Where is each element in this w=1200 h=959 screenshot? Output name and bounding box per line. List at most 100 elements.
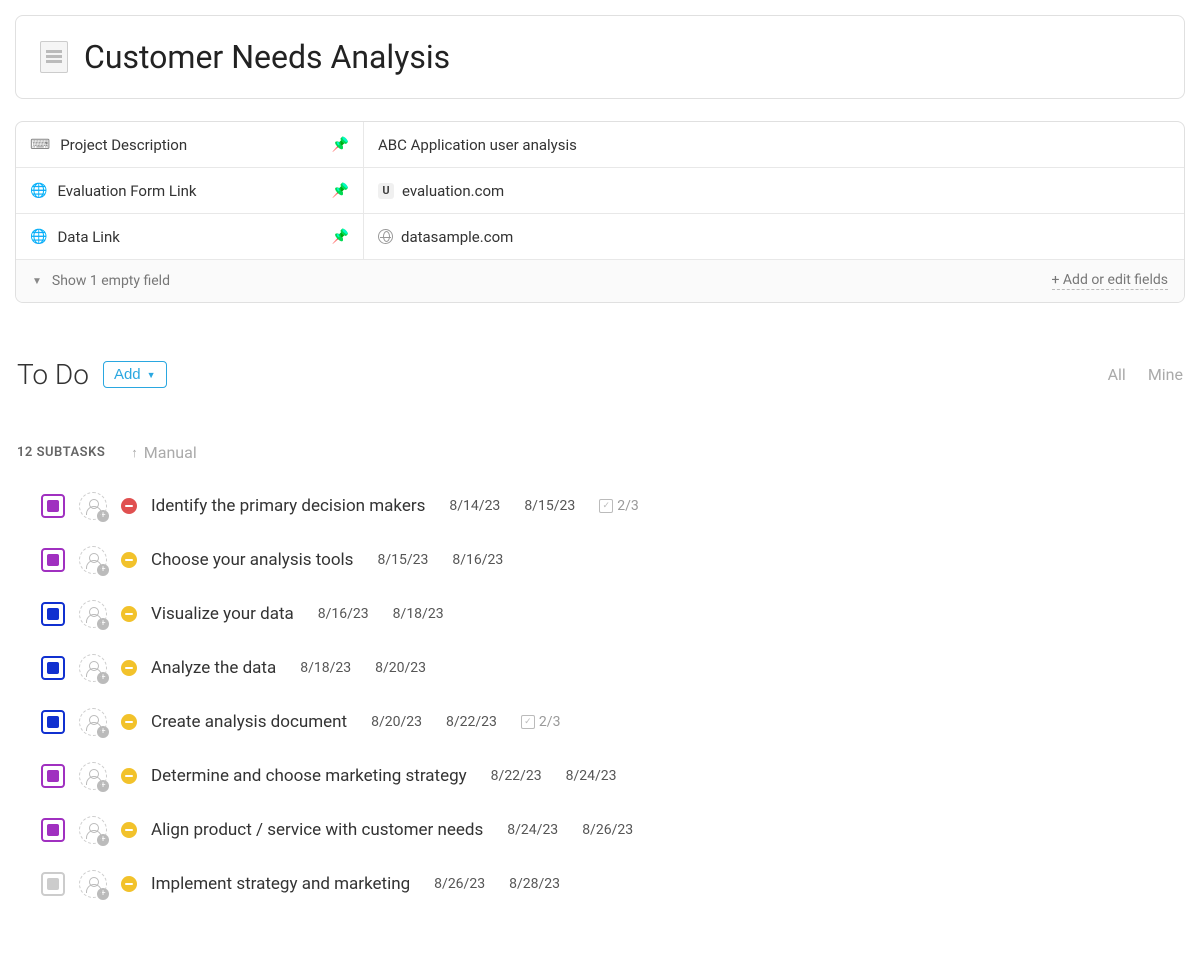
field-value: evaluation.com [402,182,504,200]
subtask-title[interactable]: Identify the primary decision makers [151,496,425,516]
subtask-end-date[interactable]: 8/20/23 [375,660,426,676]
status-checkbox[interactable] [41,764,65,788]
field-row: 🌐Data Link📌 datasample.com [16,214,1184,260]
subtask-row: + Align product / service with customer n… [41,816,1185,844]
priority-icon[interactable] [121,660,137,676]
add-button[interactable]: Add ▼ [103,361,167,388]
field-label: Project Description [60,136,321,154]
subtask-end-date[interactable]: 8/18/23 [393,606,444,622]
plus-icon: + [97,888,109,900]
subtask-title[interactable]: Align product / service with customer ne… [151,820,483,840]
status-checkbox[interactable] [41,818,65,842]
pin-icon[interactable]: 📌 [332,229,349,245]
page-title: Customer Needs Analysis [84,38,450,76]
subtask-row: + Determine and choose marketing strategy… [41,762,1185,790]
subtask-end-date[interactable]: 8/15/23 [524,498,575,514]
filter-mine[interactable]: Mine [1148,365,1183,384]
priority-icon[interactable] [121,552,137,568]
field-value-cell[interactable]: Uevaluation.com [364,168,1184,213]
status-checkbox[interactable] [41,710,65,734]
subtask-title[interactable]: Implement strategy and marketing [151,874,410,894]
subtask-start-date[interactable]: 8/20/23 [371,714,422,730]
priority-icon[interactable] [121,876,137,892]
sort-control[interactable]: ↑ Manual [131,443,196,462]
pin-icon[interactable]: 📌 [332,183,349,199]
fields-card: ⌨ Project Description 📌 ABC Application use… [15,121,1185,303]
subtask-end-date[interactable]: 8/22/23 [446,714,497,730]
subtask-title[interactable]: Determine and choose marketing strategy [151,766,467,786]
plus-icon: + [97,564,109,576]
subtask-end-date[interactable]: 8/16/23 [452,552,503,568]
plus-icon: + [97,780,109,792]
subtask-start-date[interactable]: 8/14/23 [449,498,500,514]
add-edit-fields-button[interactable]: + Add or edit fields [1052,272,1169,290]
assignee-icon[interactable]: + [79,708,107,736]
field-value-cell[interactable]: ABC Application user analysis [364,122,1184,167]
assignee-icon[interactable]: + [79,546,107,574]
field-value: datasample.com [401,228,513,246]
status-checkbox[interactable] [41,548,65,572]
filter-all[interactable]: All [1108,365,1126,384]
status-checkbox[interactable] [41,602,65,626]
globe-icon: 🌐 [30,229,47,245]
assignee-icon[interactable]: + [79,762,107,790]
todo-title: To Do [17,358,89,391]
field-label-cell[interactable]: ⌨ Project Description 📌 [16,122,364,167]
priority-icon[interactable] [121,714,137,730]
field-label: Evaluation Form Link [57,182,321,200]
field-value-cell[interactable]: datasample.com [364,214,1184,259]
subtask-checklist-count[interactable]: ✓2/3 [599,498,639,514]
subtask-end-date[interactable]: 8/24/23 [566,768,617,784]
globe-icon: 🌐 [30,183,47,199]
subtask-start-date[interactable]: 8/18/23 [300,660,351,676]
assignee-icon[interactable]: + [79,816,107,844]
plus-icon: + [97,618,109,630]
fields-footer: ▼ Show 1 empty field + Add or edit field… [16,260,1184,302]
subtask-end-date[interactable]: 8/28/23 [509,876,560,892]
status-checkbox[interactable] [41,872,65,896]
subtask-title[interactable]: Visualize your data [151,604,294,624]
subtask-title[interactable]: Choose your analysis tools [151,550,353,570]
arrow-up-icon: ↑ [131,445,138,461]
subtask-start-date[interactable]: 8/26/23 [434,876,485,892]
field-label-cell[interactable]: 🌐 Evaluation Form Link 📌 [16,168,364,213]
field-row: ⌨ Project Description 📌 ABC Application use… [16,122,1184,168]
subtask-title[interactable]: Analyze the data [151,658,276,678]
subtask-start-date[interactable]: 8/16/23 [318,606,369,622]
plus-icon: + [97,672,109,684]
assignee-icon[interactable]: + [79,600,107,628]
assignee-icon[interactable]: + [79,870,107,898]
show-empty-fields[interactable]: Show 1 empty field [52,273,170,289]
subtask-row: + Analyze the data 8/18/23 8/20/23 [41,654,1185,682]
add-button-label: Add [114,366,141,383]
pin-icon[interactable]: 📌 [332,137,349,153]
plus-icon: + [97,834,109,846]
check-icon: ✓ [599,499,613,513]
subtask-row: + Choose your analysis tools 8/15/23 8/16/2… [41,546,1185,574]
subtask-list: + Identify the primary decision makers 8/1… [15,492,1185,898]
subtask-checklist-count[interactable]: ✓2/3 [521,714,561,730]
subtask-start-date[interactable]: 8/24/23 [507,822,558,838]
priority-icon[interactable] [121,606,137,622]
document-icon [40,41,68,73]
status-checkbox[interactable] [41,656,65,680]
subtask-row: + Identify the primary decision makers 8/1… [41,492,1185,520]
subtask-row: + Create analysis document 8/20/23 8/22/23 ✓… [41,708,1185,736]
subtask-row: + Visualize your data 8/16/23 8/18/23 [41,600,1185,628]
subtask-start-date[interactable]: 8/15/23 [377,552,428,568]
status-checkbox[interactable] [41,494,65,518]
text-field-icon: ⌨ [30,137,50,153]
subtask-end-date[interactable]: 8/26/23 [582,822,633,838]
subtask-start-date[interactable]: 8/22/23 [491,768,542,784]
plus-icon: + [97,510,109,522]
priority-icon[interactable] [121,498,137,514]
assignee-icon[interactable]: + [79,492,107,520]
field-label-cell[interactable]: 🌐Data Link📌 [16,214,364,259]
subtask-title[interactable]: Create analysis document [151,712,347,732]
check-icon: ✓ [521,715,535,729]
priority-icon[interactable] [121,822,137,838]
chevron-down-icon[interactable]: ▼ [32,276,42,287]
assignee-icon[interactable]: + [79,654,107,682]
priority-icon[interactable] [121,768,137,784]
plus-icon: + [97,726,109,738]
